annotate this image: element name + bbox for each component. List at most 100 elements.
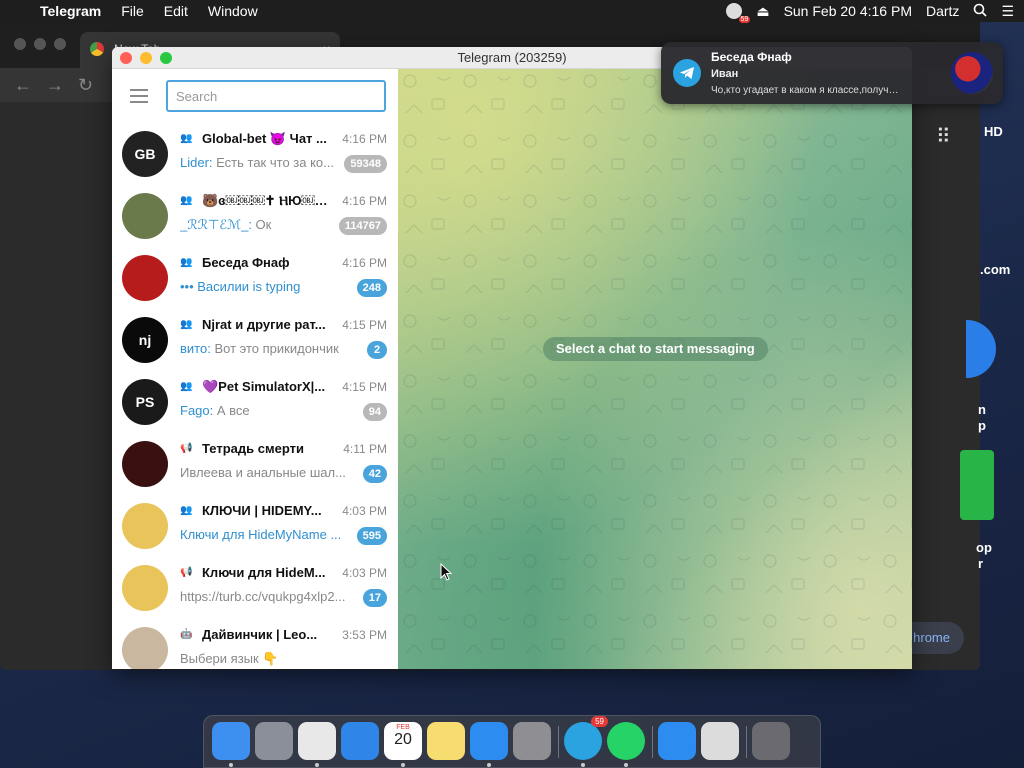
- launchpad-icon[interactable]: [255, 722, 293, 760]
- group-icon: 👥: [180, 505, 193, 516]
- chat-name: Беседа Фнаф: [202, 255, 290, 270]
- chat-list-item[interactable]: GB 👥 Global-bet 😈 Чат ... 4:16 PM Lider: Ест…: [112, 123, 398, 185]
- megaphone-icon: 📢: [180, 443, 193, 454]
- telegram-icon: [673, 59, 701, 87]
- eject-icon[interactable]: ⏏: [756, 3, 769, 20]
- chat-preview: вито: Вот это прикидончик: [180, 341, 352, 356]
- forward-arrow-icon[interactable]: →: [46, 75, 64, 96]
- telegram-icon[interactable]: 59: [564, 716, 608, 767]
- empty-chat-hint: Select a chat to start messaging: [543, 337, 768, 361]
- apps-grid-icon[interactable]: ⠿: [936, 124, 951, 149]
- chat-preview: Fago: А все: [180, 403, 352, 418]
- back-arrow-icon[interactable]: ←: [14, 75, 32, 96]
- hamburger-menu-icon[interactable]: [130, 89, 148, 103]
- notes-icon[interactable]: [427, 722, 465, 760]
- chat-preview-text: ••• Василии is typing: [180, 279, 301, 294]
- spotlight-search-icon[interactable]: [973, 3, 988, 20]
- notification-sender: Иван: [711, 68, 739, 80]
- bot-icon: 🤖: [180, 629, 193, 640]
- notification-center-icon[interactable]: ☰: [1001, 3, 1014, 20]
- chat-time: 4:15 PM: [342, 380, 387, 394]
- chrome-tab-icon: [90, 42, 104, 56]
- chat-time: 4:16 PM: [342, 132, 387, 146]
- group-icon: 👥: [180, 381, 193, 392]
- menubar-user[interactable]: Dartz: [926, 3, 959, 19]
- search-input[interactable]: [166, 80, 386, 112]
- chat-list-item[interactable]: 👥 🐻ɞ￼￼￼✝ ⲎЮ￼￼... 4:16 PM _ℛℛ⊤ℰℳ_: Ок 114767: [112, 185, 398, 247]
- app-store-downloads-icon[interactable]: [658, 722, 696, 760]
- safari-icon[interactable]: [341, 722, 379, 760]
- unread-count-badge: 248: [356, 279, 387, 297]
- chat-name: 🐻ɞ￼￼￼✝ ⲎЮ￼￼...: [202, 193, 336, 208]
- chat-list: GB 👥 Global-bet 😈 Чат ... 4:16 PM Lider: Ест…: [112, 123, 398, 669]
- calendar-month: FEB: [396, 724, 410, 731]
- chat-list-item[interactable]: 📢 Ключи для HideM... 4:03 PM https://turb.c…: [112, 557, 398, 619]
- system-preferences-icon[interactable]: [513, 722, 551, 760]
- group-icon: 👥: [180, 319, 193, 330]
- chrome-close-dot[interactable]: [14, 38, 26, 50]
- notification-avatar: [951, 52, 993, 94]
- unread-count-badge: 17: [362, 589, 387, 607]
- chat-preview: ••• Василии is typing: [180, 279, 352, 294]
- notification-body: Чо,кто угадает в каком я классе,получ…: [711, 85, 899, 96]
- chat-preview-text: Ключи для HideMyName ...: [180, 527, 342, 542]
- finder-icon[interactable]: [212, 722, 250, 767]
- megaphone-icon: 📢: [180, 567, 193, 578]
- zoom-window-button[interactable]: [160, 52, 172, 64]
- wallpaper-pattern: [398, 69, 912, 669]
- chat-sidebar: GB 👥 Global-bet 😈 Чат ... 4:16 PM Lider: Ест…: [112, 69, 398, 669]
- dock-running-indicator: [487, 763, 491, 767]
- chat-list-item[interactable]: 📢 Тетрадь смерти 4:11 PM Ивлеева и анальные…: [112, 433, 398, 495]
- chat-list-item[interactable]: 👥 КЛЮЧИ | HIDEMY... 4:03 PM Ключи для HideM…: [112, 495, 398, 557]
- dock-running-indicator: [624, 763, 628, 767]
- chrome-icon[interactable]: [298, 722, 336, 767]
- menu-window[interactable]: Window: [198, 3, 268, 19]
- documents-icon[interactable]: [701, 722, 739, 760]
- calendar-icon[interactable]: FEB 20: [384, 722, 422, 767]
- chat-list-item[interactable]: nj 👥 Njrat и другие рат... 4:15 PM вито: Вот…: [112, 309, 398, 371]
- group-icon: 👥: [180, 195, 193, 206]
- chat-name: Тетрадь смерти: [202, 441, 304, 456]
- reload-icon[interactable]: ↻: [78, 75, 93, 96]
- chat-list-item[interactable]: PS 👥 💜Pet SimulatorX|... 4:15 PM Fago: А все…: [112, 371, 398, 433]
- chat-preview-text: Ок: [255, 217, 272, 232]
- whatsapp-icon[interactable]: [607, 722, 645, 767]
- chat-time: 4:15 PM: [342, 318, 387, 332]
- telegram-status-icon[interactable]: 59: [726, 3, 751, 23]
- unread-count-badge: 2: [367, 341, 387, 359]
- menubar: Telegram File Edit Window 59 ⏏ Sun Feb 2…: [0, 0, 1024, 23]
- dock-badge: 59: [591, 716, 608, 727]
- close-window-button[interactable]: [120, 52, 132, 64]
- chat-time: 4:16 PM: [342, 256, 387, 270]
- chrome-shortcut-icon[interactable]: [960, 450, 994, 520]
- chat-time: 3:53 PM: [342, 628, 387, 642]
- chat-avatar: [122, 441, 168, 487]
- chat-avatar: GB: [122, 131, 168, 177]
- chat-avatar: [122, 565, 168, 611]
- chrome-zoom-dot[interactable]: [54, 38, 66, 50]
- chat-preview-sender: Fago: [180, 403, 210, 418]
- unread-count-badge: 59348: [344, 155, 387, 173]
- menubar-clock[interactable]: Sun Feb 20 4:16 PM: [784, 3, 912, 19]
- telegram-window: Telegram (203259) GB 👥 Global-bet 😈 Чат ..…: [112, 47, 912, 669]
- chat-preview: Lider: Есть так что за ко...: [180, 155, 352, 170]
- chrome-side-text: HD: [984, 124, 1003, 139]
- chat-name: 💜Pet SimulatorX|...: [202, 379, 326, 394]
- chrome-side-text: op: [976, 540, 992, 555]
- dock: FEB 20 59: [203, 715, 821, 768]
- chat-list-item[interactable]: 👥 Беседа Фнаф 4:16 PM ••• Василии is typing…: [112, 247, 398, 309]
- trash-icon[interactable]: [752, 722, 790, 760]
- notification-banner[interactable]: Беседа Фнаф Иван Чо,кто угадает в каком …: [661, 42, 1003, 104]
- chrome-side-text: .com: [980, 262, 1011, 277]
- chat-list-item[interactable]: 🤖 Дайвинчик | Leo... 3:53 PM Выбери язык 👇: [112, 619, 398, 669]
- chat-preview-text: Ивлеева и анальные шал...: [180, 465, 346, 480]
- minimize-window-button[interactable]: [140, 52, 152, 64]
- dock-running-indicator: [581, 763, 585, 767]
- menubar-app-name[interactable]: Telegram: [34, 3, 111, 19]
- group-icon: 👥: [180, 133, 193, 144]
- mouse-cursor-icon: [440, 563, 452, 581]
- chrome-minimize-dot[interactable]: [34, 38, 46, 50]
- menu-file[interactable]: File: [111, 3, 154, 19]
- app-store-icon[interactable]: [470, 722, 508, 767]
- menu-edit[interactable]: Edit: [154, 3, 198, 19]
